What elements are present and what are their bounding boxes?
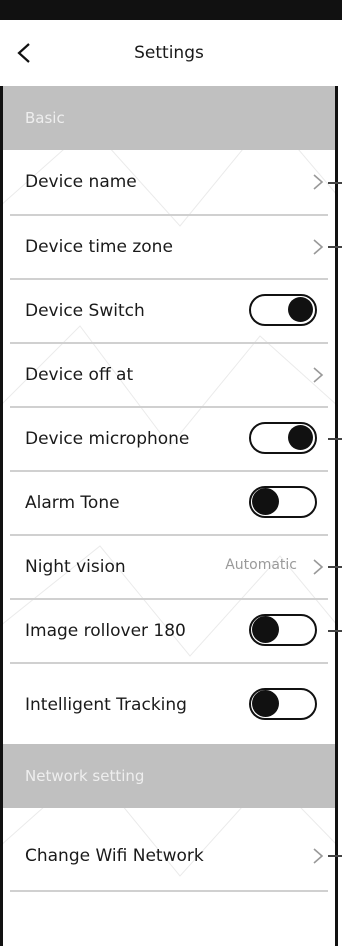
device-microphone-toggle[interactable] xyxy=(249,422,317,454)
image-rollover-toggle[interactable] xyxy=(249,614,317,646)
back-arrow-icon[interactable] xyxy=(14,42,36,64)
edge-mark xyxy=(328,246,342,248)
row-change-wifi[interactable]: Change Wifi Network xyxy=(3,824,335,888)
row-device-switch: Device Switch xyxy=(3,279,335,343)
page-title: Settings xyxy=(134,43,204,63)
row-label: Device off at xyxy=(25,365,134,385)
row-device-off-at[interactable]: Device off at xyxy=(3,343,335,407)
row-label: Intelligent Tracking xyxy=(25,695,187,715)
device-switch-toggle[interactable] xyxy=(249,294,317,326)
divider xyxy=(10,662,328,664)
row-image-rollover: Image rollover 180 xyxy=(3,599,335,663)
edge-mark xyxy=(328,855,342,857)
section-label: Network setting xyxy=(25,767,145,785)
row-label: Device time zone xyxy=(25,237,173,257)
toggle-knob xyxy=(252,616,279,643)
divider xyxy=(10,890,328,892)
edge-mark xyxy=(328,438,342,440)
chevron-right-icon xyxy=(313,174,324,190)
toggle-knob xyxy=(288,425,313,450)
row-label: Change Wifi Network xyxy=(25,846,204,866)
section-label: Basic xyxy=(25,109,65,127)
row-label: Night vision xyxy=(25,557,126,577)
toggle-knob xyxy=(252,488,279,515)
intelligent-tracking-toggle[interactable] xyxy=(249,688,317,720)
edge-mark xyxy=(328,566,342,568)
chevron-right-icon xyxy=(313,848,324,864)
row-alarm-tone: Alarm Tone xyxy=(3,471,335,535)
toggle-knob xyxy=(252,690,279,717)
row-device-name[interactable]: Device name xyxy=(3,150,335,214)
chevron-right-icon xyxy=(313,367,324,383)
row-night-vision[interactable]: Night vision Automatic xyxy=(3,535,335,599)
header: Settings xyxy=(0,20,338,86)
row-device-microphone: Device microphone xyxy=(3,407,335,471)
toggle-knob xyxy=(288,297,313,322)
row-label: Alarm Tone xyxy=(25,493,120,513)
row-label: Image rollover 180 xyxy=(25,621,186,641)
row-label: Device microphone xyxy=(25,429,190,449)
row-device-time-zone[interactable]: Device time zone xyxy=(3,215,335,279)
row-label: Device Switch xyxy=(25,301,145,321)
chevron-right-icon xyxy=(313,559,324,575)
row-label: Device name xyxy=(25,172,137,192)
section-header-network: Network setting xyxy=(3,744,335,808)
night-vision-value: Automatic xyxy=(225,557,297,573)
edge-mark xyxy=(328,182,342,184)
chevron-right-icon xyxy=(313,239,324,255)
section-header-basic: Basic xyxy=(3,86,335,150)
alarm-tone-toggle[interactable] xyxy=(249,486,317,518)
row-intelligent-tracking: Intelligent Tracking xyxy=(3,673,335,737)
edge-mark xyxy=(328,630,342,632)
